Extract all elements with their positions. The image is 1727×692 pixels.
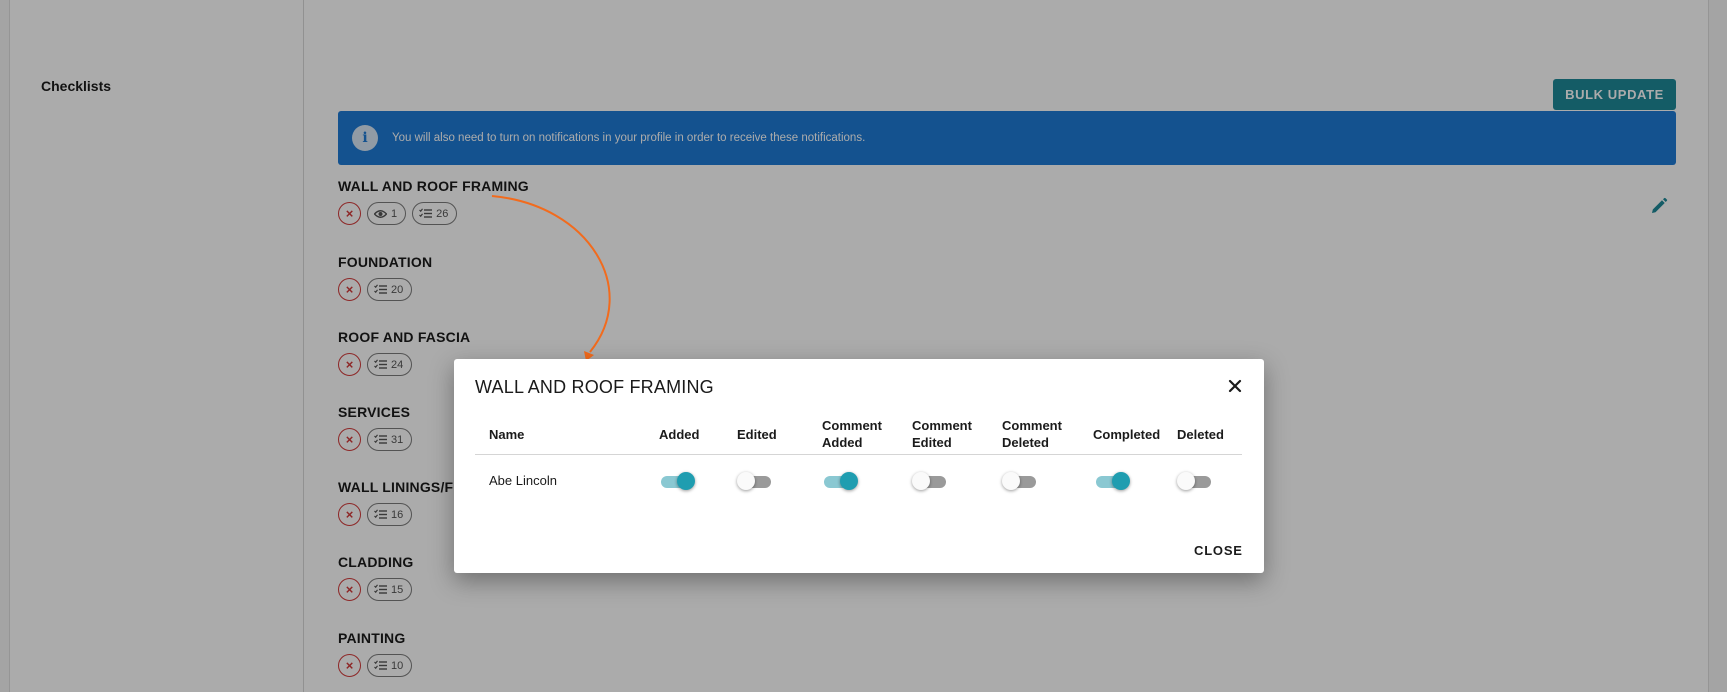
col-comment-deleted-line2: Deleted [1002,435,1049,450]
col-comment-edited-line1: Comment [912,418,972,433]
toggle-deleted[interactable] [1177,472,1213,490]
toggle-comment-edited[interactable] [912,472,948,490]
user-name: Abe Lincoln [489,473,557,488]
col-comment-edited: Comment Edited [912,417,972,451]
col-comment-added: Comment Added [822,417,882,451]
toggle-comment-added[interactable] [822,472,858,490]
toggle-added[interactable] [659,472,695,490]
col-comment-added-line1: Comment [822,418,882,433]
col-edited: Edited [737,427,777,442]
header-divider [475,454,1242,455]
toggle-completed[interactable] [1094,472,1130,490]
close-button[interactable]: CLOSE [1194,543,1243,558]
col-comment-deleted: Comment Deleted [1002,417,1062,451]
col-deleted: Deleted [1177,427,1224,442]
notification-settings-dialog: WALL AND ROOF FRAMING Name Added Edited … [454,359,1264,573]
close-icon[interactable] [1227,378,1243,394]
col-completed: Completed [1093,427,1161,442]
col-added: Added [659,427,700,442]
toggle-comment-deleted[interactable] [1002,472,1038,490]
dialog-title: WALL AND ROOF FRAMING [475,377,714,397]
annotation-arrow [491,195,611,361]
col-comment-deleted-line1: Comment [1002,418,1062,433]
col-comment-added-line2: Added [822,435,863,450]
col-comment-edited-line2: Edited [912,435,952,450]
col-name: Name [489,427,525,442]
toggle-edited[interactable] [737,472,773,490]
